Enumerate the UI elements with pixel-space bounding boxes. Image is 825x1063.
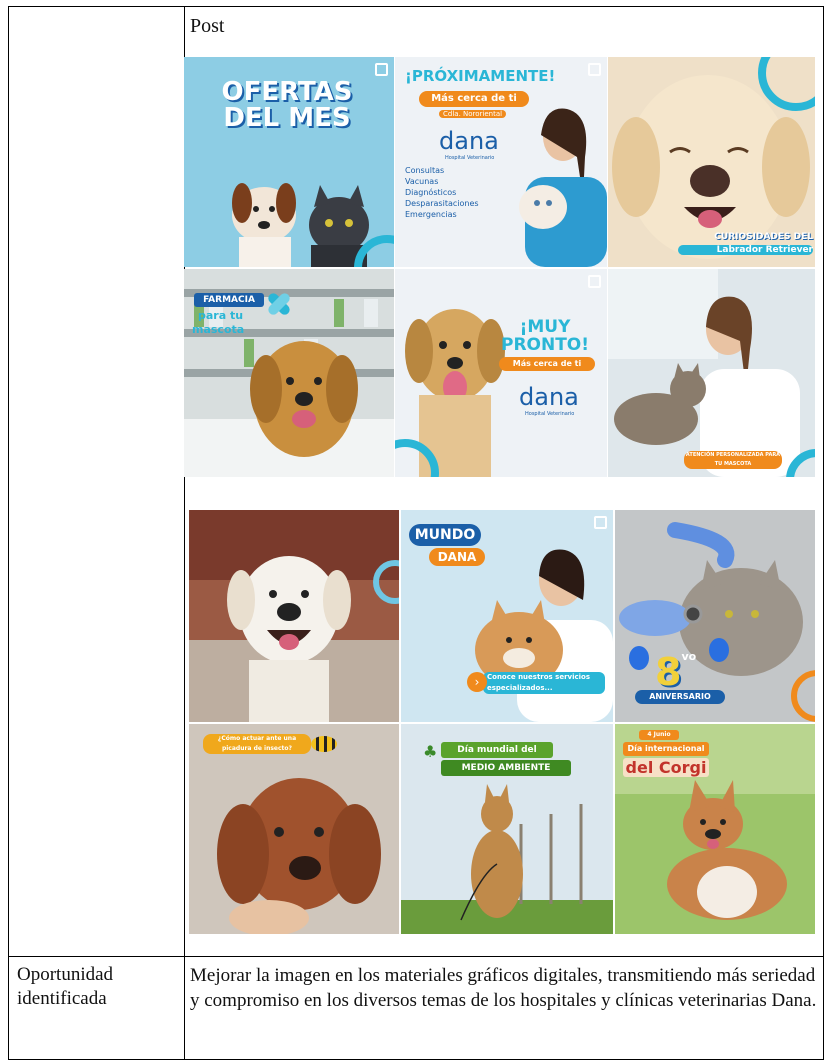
corgi-line1: Día internacional: [623, 742, 709, 756]
ambiente-line2: MEDIO AMBIENTE: [441, 760, 571, 776]
proximamente-title: ¡PRÓXIMAMENTE!: [405, 67, 556, 85]
post-labrador-sonriente[interactable]: [189, 510, 399, 722]
opportunity-text: Mejorar la imagen en los materiales gráf…: [190, 965, 817, 1011]
farmacia-line3: mascota: [192, 323, 245, 336]
post-label: Post: [190, 15, 225, 37]
post-dia-del-corgi[interactable]: 4 Junio Día internacional del Corgi: [615, 724, 815, 934]
muy-pronto-line2: PRONTO!: [500, 335, 590, 355]
service-item: Vacunas: [405, 177, 439, 186]
corgi-tag: 4 Junio: [639, 730, 679, 740]
anniversary-suffix: vo: [681, 650, 697, 663]
chevron-right-icon: ›: [467, 672, 487, 692]
gallery-icon: [375, 63, 388, 76]
vet-with-shiba-illustration: [475, 549, 613, 722]
bee-icon: [311, 736, 337, 752]
opportunity-label: Oportunidad identificada: [17, 964, 114, 1009]
gallery-icon: [588, 275, 601, 288]
service-item: Consultas: [405, 166, 445, 175]
anniversary-digit: 8: [655, 650, 682, 694]
ambiente-line1: Día mundial del: [441, 742, 553, 758]
mundo-caption: Conoce nuestros servicios especializados…: [483, 672, 605, 694]
balloon-icon: [709, 638, 729, 662]
post-atencion-personalizada[interactable]: ATENCIÓN PERSONALIZADA PARA TU MASCOTA: [608, 269, 815, 477]
service-item: Diagnósticos: [405, 188, 457, 197]
content-table: Post OFERTAS DEL MES ¡PRÓXIMAMENTE! Más …: [8, 6, 824, 1060]
mundo-title-line1: MUNDO: [409, 524, 481, 546]
vet-with-cat-photo: [608, 269, 815, 477]
service-item: Emergencias: [405, 210, 457, 219]
row-divider: [9, 956, 823, 957]
balloon-icon: [629, 646, 649, 670]
curiosidades-line1: CURIOSIDADES DEL: [714, 232, 813, 242]
location-text: Cdla. Nororiental: [439, 110, 507, 118]
gallery-icon: [594, 516, 607, 529]
post-aniversario[interactable]: 8vo ANIVERSARIO: [615, 510, 815, 722]
post-ofertas-del-mes[interactable]: OFERTAS DEL MES: [184, 57, 394, 267]
dog-and-cat-illustration: [232, 183, 369, 267]
corgi-line2: del Corgi: [623, 758, 709, 777]
vet-with-cat-illustration: [519, 108, 607, 267]
brand-logo: dana: [439, 127, 499, 155]
bandage-icon: [268, 293, 290, 315]
brand-logo: dana: [519, 383, 579, 411]
dachshund-photo: [189, 724, 399, 934]
post-muy-pronto[interactable]: ¡MUY PRONTO! Más cerca de ti dana Hospit…: [395, 269, 607, 477]
post-medio-ambiente[interactable]: ♣ Día mundial del MEDIO AMBIENTE: [401, 724, 613, 934]
post-mundo-dana[interactable]: MUNDO DANA Conoce nuestros servicios esp…: [401, 510, 613, 722]
smiling-labrador-photo: [189, 510, 399, 722]
post-proximamente[interactable]: ¡PRÓXIMAMENTE! Más cerca de ti Cdla. Nor…: [395, 57, 607, 267]
anniversary-number: 8vo: [655, 650, 715, 694]
mundo-title-line2: DANA: [429, 548, 485, 566]
muy-pronto-subtitle: Más cerca de ti: [499, 357, 595, 371]
brand-subtitle: Hospital Veterinario: [525, 411, 575, 417]
gallery-icon: [588, 63, 601, 76]
post-picadura-insecto[interactable]: ¿Cómo actuar ante una picadura de insect…: [189, 724, 399, 934]
service-item: Desparasitaciones: [405, 199, 479, 208]
picadura-caption: ¿Cómo actuar ante una picadura de insect…: [203, 734, 311, 754]
plant-icon: ♣: [423, 742, 438, 761]
muy-pronto-line1: ¡MUY: [519, 317, 571, 337]
anniversary-label: ANIVERSARIO: [635, 690, 725, 704]
farmacia-line1: FARMACIA: [194, 293, 264, 307]
brand-subtitle: Hospital Veterinario: [445, 155, 495, 161]
services-list: Consultas Vacunas Diagnósticos Desparasi…: [405, 165, 479, 220]
ofertas-title: OFERTAS DEL MES: [221, 77, 353, 133]
post-curiosidades-labrador[interactable]: CURIOSIDADES DEL Labrador Retriever: [608, 57, 815, 267]
atencion-caption: ATENCIÓN PERSONALIZADA PARA TU MASCOTA: [684, 451, 782, 469]
curiosidades-line2: Labrador Retriever: [678, 245, 813, 255]
farmacia-line2: para tu: [198, 309, 244, 322]
post-farmacia[interactable]: FARMACIA para tu mascota: [184, 269, 394, 477]
